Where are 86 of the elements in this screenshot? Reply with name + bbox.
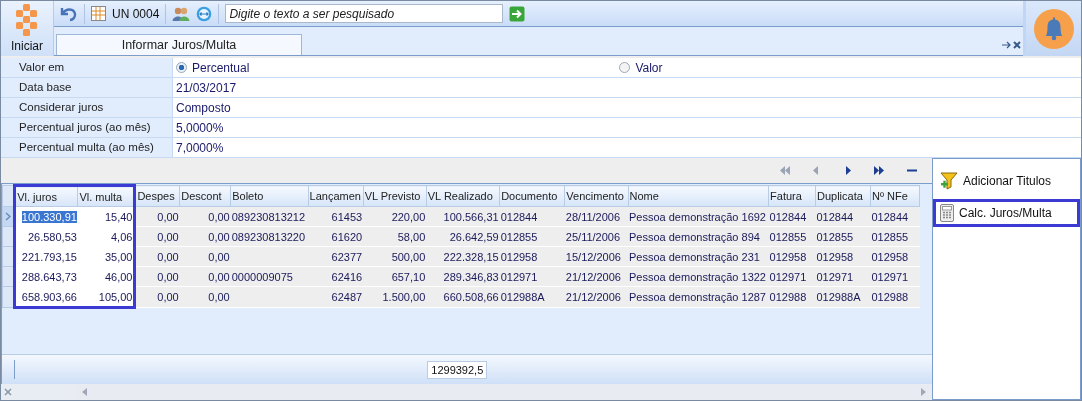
- table-cell: 012855: [815, 226, 871, 247]
- notification-button[interactable]: [1023, 1, 1081, 56]
- link-icon[interactable]: [196, 5, 213, 22]
- table-cell: 61620: [308, 226, 364, 247]
- row-indicator[interactable]: [2, 286, 15, 308]
- field-value[interactable]: 7,0000%: [176, 140, 224, 155]
- radio-option[interactable]: Valor: [619, 60, 663, 75]
- table-cell: 012958: [870, 246, 920, 267]
- pin-icon[interactable]: [1002, 41, 1012, 49]
- column-header[interactable]: Vl. multa: [77, 185, 135, 207]
- table-cell: 100.330,91: [14, 206, 78, 227]
- action-item[interactable]: Adicionar Titulos: [933, 167, 1080, 195]
- row-indicator[interactable]: [2, 206, 15, 227]
- column-header[interactable]: Nº NFe: [870, 185, 920, 207]
- column-header[interactable]: Boleto: [230, 185, 309, 207]
- column-header[interactable]: Despes: [134, 185, 180, 207]
- field-label: Valor em: [1, 58, 173, 77]
- table-cell: 220,00: [363, 206, 427, 227]
- table-cell: Pessoa demonstração 1692: [628, 206, 769, 227]
- table-cell: 222.328,15: [426, 246, 500, 267]
- field-value[interactable]: 21/03/2017: [176, 80, 237, 95]
- radio-option[interactable]: Percentual: [176, 60, 250, 75]
- funnel-plus-icon: [940, 172, 958, 190]
- table-cell: 012958: [815, 246, 871, 267]
- action-item[interactable]: Calc. Juros/Multa: [933, 199, 1080, 227]
- column-header[interactable]: Vl. juros: [14, 185, 78, 207]
- table-cell: Pessoa demonstração 894: [628, 226, 769, 247]
- table-cell: 500,00: [363, 246, 427, 267]
- row-indicator[interactable]: [2, 246, 15, 267]
- table-cell: 012971: [815, 266, 871, 287]
- column-header[interactable]: VL Previsto: [363, 185, 427, 207]
- field-label: Data base: [1, 78, 173, 97]
- table-cell: 62487: [308, 286, 364, 308]
- search-field[interactable]: Digite o texto a ser pesquisado: [225, 4, 504, 23]
- table-cell: 012971: [870, 266, 920, 287]
- table-cell: 012988A: [815, 286, 871, 308]
- column-header[interactable]: Vencimento: [564, 185, 628, 207]
- close-icon[interactable]: [4, 388, 12, 396]
- table-cell: Pessoa demonstração 1287: [628, 286, 769, 308]
- table-cell: 660.508,66: [426, 286, 500, 308]
- table-cell: 289.346,83: [426, 266, 500, 287]
- field-label: Percentual juros (ao mês): [1, 118, 173, 137]
- skip-icon[interactable]: [874, 166, 886, 175]
- field-label: Considerar juros: [1, 98, 173, 117]
- column-header[interactable]: Duplicata: [815, 185, 871, 207]
- table-cell: 012988: [870, 286, 920, 308]
- row-indicator[interactable]: [2, 226, 15, 247]
- table-cell: 26.642,59: [426, 226, 500, 247]
- grid-icon[interactable]: [91, 6, 106, 21]
- table-cell: 288.643,73: [14, 266, 78, 287]
- tab[interactable]: Informar Juros/Multa: [56, 34, 302, 55]
- table-cell: 58,00: [363, 226, 427, 247]
- field-label: Percentual multa (ao mês): [1, 138, 173, 157]
- table-cell: 658.903,66: [14, 286, 78, 308]
- table-cell: 012844: [870, 206, 920, 227]
- column-header[interactable]: Nome: [628, 185, 769, 207]
- row-indicator[interactable]: [2, 266, 15, 287]
- table-cell: 1.500,00: [363, 286, 427, 308]
- current-row-icon: [5, 211, 12, 221]
- start-label[interactable]: Iniciar: [11, 39, 43, 53]
- field-value[interactable]: Composto: [176, 100, 231, 115]
- table-cell: 61453: [308, 206, 364, 227]
- close-icon[interactable]: [1013, 41, 1021, 49]
- summary-total: 1299392,5: [427, 360, 488, 379]
- column-header[interactable]: Documento: [499, 185, 565, 207]
- field-value[interactable]: 5,0000%: [176, 120, 224, 135]
- calculator-icon: [940, 204, 954, 222]
- table-cell: 100.566,31: [426, 206, 500, 227]
- table-cell: 012844: [815, 206, 871, 227]
- column-header[interactable]: Lançamen: [308, 185, 364, 207]
- column-header[interactable]: Fatura: [768, 185, 816, 207]
- column-header[interactable]: Descont: [179, 185, 231, 207]
- bell-icon: [1033, 8, 1074, 49]
- unit-label[interactable]: UN 0004: [112, 6, 160, 21]
- scroll-left-icon: [82, 388, 87, 396]
- table-cell: 012855: [870, 226, 920, 247]
- users-icon[interactable]: [172, 5, 191, 22]
- table-cell: 221.793,15: [14, 246, 78, 267]
- table-cell: Pessoa demonstração 231: [628, 246, 769, 267]
- table-cell: Pessoa demonstração 1322: [628, 266, 769, 287]
- table-cell: 657,10: [363, 266, 427, 287]
- scroll-right-icon: [921, 388, 926, 396]
- table-cell: 62416: [308, 266, 364, 287]
- column-header[interactable]: VL Realizado: [426, 185, 500, 207]
- table-cell: 62377: [308, 246, 364, 267]
- table-cell: 26.580,53: [14, 226, 78, 247]
